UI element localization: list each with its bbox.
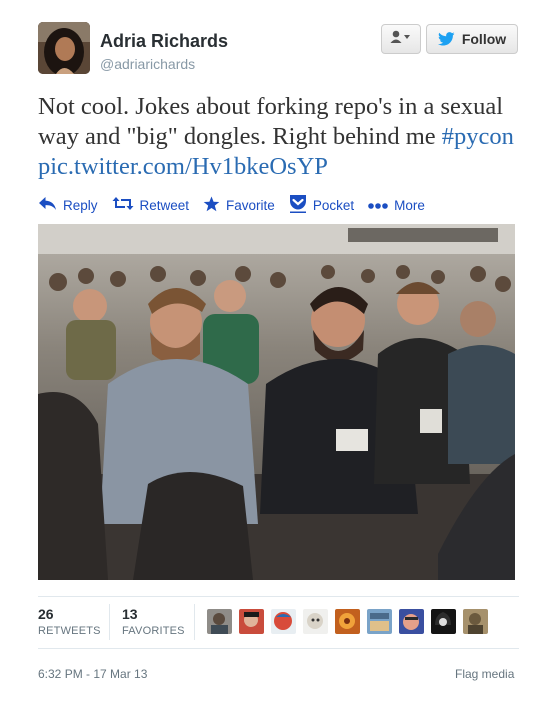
star-icon [203,196,226,215]
hashtag-link[interactable]: #pycon [442,123,514,150]
favoriter-avatar[interactable] [303,609,328,634]
retweets-stat[interactable]: 26 RETWEETS [38,606,101,637]
stats-bottom-divider [38,648,519,649]
user-actions-button[interactable] [381,24,421,54]
tweet-timestamp[interactable]: 6:32 PM - 17 Mar 13 [38,667,147,681]
flag-media-link[interactable]: Flag media [455,667,514,681]
favoriters-avatars [207,609,495,634]
follow-label: Follow [461,31,507,47]
author-name[interactable]: Adria Richards [100,31,228,52]
media-link[interactable]: pic.twitter.com/Hv1bkeOsYP [38,153,328,180]
favoriter-avatar[interactable] [335,609,360,634]
favorites-count: 13 [122,606,138,622]
favorites-label: FAVORITES [122,625,185,637]
retweet-button[interactable]: Retweet [112,196,190,214]
author-handle[interactable]: @adriarichards [100,56,195,72]
tweet-text: Not cool. Jokes about forking repo's in … [38,92,528,182]
reply-icon [38,196,63,214]
favorites-stat[interactable]: 13 FAVORITES [122,606,185,637]
favoriter-avatar[interactable] [463,609,488,634]
twitter-bird-icon [437,32,455,46]
pocket-label: Pocket [312,197,355,213]
reply-button[interactable]: Reply [38,196,98,214]
retweet-icon [112,196,140,214]
more-dots-icon [368,198,394,213]
tweet-actions: Reply Retweet Favorite Pocket More [38,194,439,216]
favorite-label: Favorite [226,197,275,213]
favoriter-avatar[interactable] [431,609,456,634]
favoriter-avatar[interactable] [367,609,392,634]
retweets-count: 26 [38,606,54,622]
favoriter-avatar[interactable] [399,609,424,634]
favoriter-avatar[interactable] [239,609,264,634]
more-label: More [394,197,425,213]
pocket-button[interactable]: Pocket [289,194,354,216]
tweet-text-body: Not cool. Jokes about forking repo's in … [38,93,504,150]
author-avatar[interactable] [38,22,90,74]
user-dropdown-icon [390,30,412,49]
favoriter-avatar[interactable] [271,609,296,634]
retweets-label: RETWEETS [38,625,101,637]
stats-separator-2 [194,604,195,640]
more-button[interactable]: More [368,198,425,213]
tweet-photo[interactable] [38,224,515,580]
pocket-icon [289,194,313,216]
stats-top-divider [38,596,519,597]
favoriter-avatar[interactable] [207,609,232,634]
follow-button[interactable]: Follow [426,24,518,54]
reply-label: Reply [63,197,98,213]
favorite-button[interactable]: Favorite [203,196,275,215]
stats-separator [109,604,110,640]
retweet-label: Retweet [139,197,190,213]
